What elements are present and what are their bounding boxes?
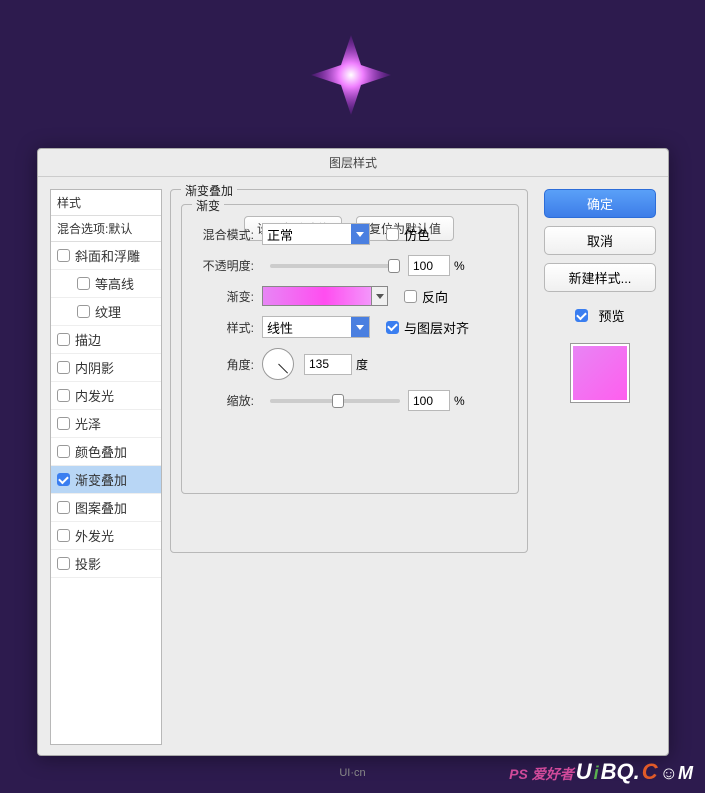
blend-mode-select[interactable]: 正常: [262, 223, 370, 245]
styles-sidebar: 样式 混合选项:默认 斜面和浮雕 等高线 纹理 描边 内阴影 内发光 光泽 颜色…: [50, 189, 162, 745]
style-color-overlay[interactable]: 颜色叠加: [51, 438, 161, 466]
chevron-down-icon: [351, 224, 369, 244]
style-label: 渐变叠加: [75, 470, 127, 489]
chevron-down-icon[interactable]: [371, 287, 387, 305]
style-inner-shadow[interactable]: 内阴影: [51, 354, 161, 382]
slider-thumb[interactable]: [332, 394, 344, 408]
checkbox-icon[interactable]: [77, 305, 90, 318]
style-stroke[interactable]: 描边: [51, 326, 161, 354]
style-contour[interactable]: 等高线: [51, 270, 161, 298]
percent-label: %: [454, 394, 465, 408]
style-bevel[interactable]: 斜面和浮雕: [51, 242, 161, 270]
checkbox-icon[interactable]: [57, 445, 70, 458]
style-label: 描边: [75, 330, 101, 349]
style-label: 内阴影: [75, 358, 114, 377]
blend-options-default[interactable]: 混合选项:默认: [51, 216, 161, 242]
angle-dial[interactable]: [262, 348, 294, 380]
scale-label: 缩放:: [194, 392, 254, 409]
checkbox-icon[interactable]: [57, 473, 70, 486]
style-texture[interactable]: 纹理: [51, 298, 161, 326]
blend-mode-label: 混合模式:: [194, 226, 254, 243]
style-label: 外发光: [75, 526, 114, 545]
gradient-label: 渐变:: [194, 288, 254, 305]
style-select[interactable]: 线性: [262, 316, 370, 338]
angle-input[interactable]: [304, 354, 352, 375]
preview-checkbox[interactable]: [575, 309, 588, 322]
preview-row: 预览: [575, 306, 624, 325]
dialog-title: 图层样式: [38, 149, 668, 177]
checkbox-icon[interactable]: [57, 361, 70, 374]
align-checkbox[interactable]: [386, 321, 399, 334]
align-label: 与图层对齐: [404, 318, 469, 337]
checkbox-icon[interactable]: [57, 501, 70, 514]
style-label: 纹理: [95, 302, 121, 321]
checkbox-icon[interactable]: [57, 529, 70, 542]
slider-thumb[interactable]: [388, 259, 400, 273]
angle-unit: 度: [356, 356, 368, 373]
opacity-slider[interactable]: [270, 264, 400, 268]
checkbox-icon[interactable]: [57, 417, 70, 430]
angle-label: 角度:: [194, 356, 254, 373]
right-buttons: 确定 取消 新建样式... 预览: [544, 189, 656, 745]
opacity-input[interactable]: [408, 255, 450, 276]
style-pattern-overlay[interactable]: 图案叠加: [51, 494, 161, 522]
sub-title: 渐变: [192, 197, 224, 214]
style-label: 样式:: [194, 319, 254, 336]
settings-panel: 渐变叠加 渐变 混合模式: 正常 仿色 不透明度: %: [170, 189, 536, 745]
star-sparkle: [306, 30, 396, 120]
style-label: 等高线: [95, 274, 134, 293]
footer-logo: UI·cn: [339, 767, 365, 779]
chevron-down-icon: [351, 317, 369, 337]
style-label: 斜面和浮雕: [75, 246, 140, 265]
reverse-checkbox[interactable]: [404, 290, 417, 303]
style-value: 线性: [267, 318, 293, 337]
gradient-picker[interactable]: [262, 286, 388, 306]
style-satin[interactable]: 光泽: [51, 410, 161, 438]
style-outer-glow[interactable]: 外发光: [51, 522, 161, 550]
dither-checkbox[interactable]: [386, 228, 399, 241]
cancel-button[interactable]: 取消: [544, 226, 656, 255]
opacity-label: 不透明度:: [194, 257, 254, 274]
layer-style-dialog: 图层样式 样式 混合选项:默认 斜面和浮雕 等高线 纹理 描边 内阴影 内发光 …: [37, 148, 669, 756]
style-label: 内发光: [75, 386, 114, 405]
reverse-label: 反向: [422, 287, 448, 306]
watermark: PS 爱好者 U i BQ. C ☺M: [509, 759, 693, 785]
style-drop-shadow[interactable]: 投影: [51, 550, 161, 578]
checkbox-icon[interactable]: [57, 249, 70, 262]
checkbox-icon[interactable]: [57, 333, 70, 346]
sidebar-header[interactable]: 样式: [51, 190, 161, 216]
ok-button[interactable]: 确定: [544, 189, 656, 218]
style-label: 颜色叠加: [75, 442, 127, 461]
style-label: 投影: [75, 554, 101, 573]
checkbox-icon[interactable]: [57, 557, 70, 570]
style-inner-glow[interactable]: 内发光: [51, 382, 161, 410]
scale-slider[interactable]: [270, 399, 400, 403]
style-label: 图案叠加: [75, 498, 127, 517]
checkbox-icon[interactable]: [77, 277, 90, 290]
checkbox-icon[interactable]: [57, 389, 70, 402]
new-style-button[interactable]: 新建样式...: [544, 263, 656, 292]
percent-label: %: [454, 259, 465, 273]
preview-label: 预览: [598, 306, 624, 325]
scale-input[interactable]: [408, 390, 450, 411]
preview-swatch: [570, 343, 630, 403]
style-gradient-overlay[interactable]: 渐变叠加: [51, 466, 161, 494]
dither-label: 仿色: [404, 225, 430, 244]
blend-mode-value: 正常: [267, 225, 293, 244]
style-label: 光泽: [75, 414, 101, 433]
